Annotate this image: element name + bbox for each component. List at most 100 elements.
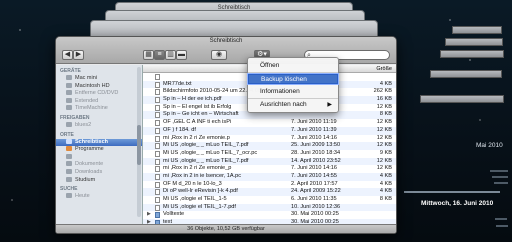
file-name: Mi US ,ologie el TEIL_1-7.pdf bbox=[163, 203, 236, 210]
file-date: 28. Juni 2010 18:34 bbox=[291, 149, 341, 156]
timeline-date-top[interactable]: Mai 2010 bbox=[476, 142, 503, 149]
menu-item-delete-backup[interactable]: Backup löschen bbox=[247, 73, 339, 85]
sidebar-item-dvd[interactable]: Entferne CD/DVD bbox=[56, 90, 142, 98]
sidebar-item-label: Macintosh HD bbox=[75, 82, 110, 89]
table-row[interactable]: mi ,Rox in 2 ri Ze emonie.p 7. Juni 2010 … bbox=[143, 135, 396, 143]
table-row[interactable]: Di oP well-Ir eRevisin ]-k 4.pdf 24. Apri… bbox=[143, 188, 396, 196]
home-icon bbox=[66, 153, 72, 159]
timeline-date-current[interactable]: Mittwoch, 16. Juni 2010 bbox=[421, 200, 493, 207]
finder-body: GERÄTE Mac mini Macintosh HD Entferne CD… bbox=[56, 65, 396, 224]
file-size: 12 KB bbox=[376, 165, 392, 172]
file-date: 7. Juni 2010 14:55 bbox=[291, 172, 338, 179]
disc-icon bbox=[66, 90, 72, 96]
sidebar-item-dokumente[interactable]: Dokumente bbox=[56, 161, 142, 169]
table-row[interactable]: ▶ Volltexte 30. Mai 2010 00:25 bbox=[143, 211, 396, 219]
file-size: 4 KB bbox=[379, 188, 392, 195]
file-name: Mi US ,ologie_ _ mLuo TEIL_7_ocr.pc bbox=[163, 149, 258, 156]
file-icon bbox=[155, 89, 160, 96]
table-row[interactable]: Mi US ,ologie el TEIL_1-5 6. Juni 2010 11… bbox=[143, 196, 396, 204]
back-button[interactable]: ◀ bbox=[62, 50, 73, 60]
table-row[interactable]: OF M d_20 n le 10-lo_3 2. April 2010 17:5… bbox=[143, 181, 396, 189]
file-icon bbox=[155, 135, 160, 142]
sidebar-item-studium[interactable]: Studium bbox=[56, 177, 142, 185]
sidebar-scroll-thumb[interactable] bbox=[137, 125, 141, 165]
file-date: 30. Mai 2010 00:25 bbox=[291, 211, 339, 218]
table-row[interactable]: mi US ,ologie_ _ mLuo TEIL_7.pdf 14. Apri… bbox=[143, 157, 396, 166]
menu-item-info[interactable]: Informationen bbox=[248, 87, 338, 97]
menu-item-arrange[interactable]: Ausrichten nach ▶ bbox=[248, 100, 338, 110]
sidebar-item-timemachine[interactable]: TimeMachine bbox=[56, 105, 142, 113]
quicklook-button[interactable]: ◉ bbox=[211, 50, 227, 60]
forward-button[interactable]: ▶ bbox=[73, 50, 84, 60]
view-list-button[interactable]: ≡ bbox=[154, 50, 165, 60]
table-row[interactable]: Mi US ,ologie_ _ mLuo TEIL_7.pdf 25. Juni… bbox=[143, 142, 396, 150]
file-name: Sp in – El engel ist ib Erfolg bbox=[163, 103, 232, 110]
disclosure-triangle-icon[interactable]: ▶ bbox=[147, 211, 151, 219]
file-name: mi ,Rox in 2 ri Ze emonie.p bbox=[163, 134, 230, 141]
file-icon bbox=[155, 181, 160, 188]
table-row[interactable]: OF ,GEL C A INF ti ech isPi 7. Juni 2010 … bbox=[143, 119, 396, 127]
file-name: Di oP well-Ir eRevisin ]-k 4.pdf bbox=[163, 188, 238, 195]
finder-window: Schreibtisch ◀ ▶ ▦ ≡ ▥ ▬ ◉ ⚙▾ ⌕ GERÄTE M… bbox=[55, 36, 397, 234]
file-icon bbox=[155, 74, 160, 80]
file-size: 8 KB bbox=[379, 111, 392, 118]
file-size: 4 KB bbox=[379, 80, 392, 87]
file-icon bbox=[155, 204, 160, 211]
folder-icon bbox=[66, 161, 72, 167]
file-size: 12 KB bbox=[376, 119, 392, 126]
file-icon bbox=[155, 104, 160, 111]
sidebar-item-extended[interactable]: Extended bbox=[56, 98, 142, 106]
file-icon bbox=[155, 112, 160, 119]
sidebar-item-label: Mac mini bbox=[75, 75, 98, 81]
sidebar-item-mac-mini[interactable]: Mac mini bbox=[56, 75, 142, 83]
file-name: OF ) f 184. df bbox=[163, 126, 196, 133]
sidebar-item-schreibtisch[interactable]: Schreibtisch bbox=[56, 138, 142, 147]
file-icon bbox=[155, 97, 160, 104]
column-size-header[interactable]: Größe bbox=[376, 65, 392, 73]
file-date: 7. Juni 2010 14:16 bbox=[291, 165, 338, 172]
file-name: Mi US ,ologie_ _ mLuo TEIL_7.pdf bbox=[163, 142, 249, 149]
table-row[interactable]: mi ,Rox in 2 in ie lsencer, 1A.pc 7. Juni… bbox=[143, 172, 396, 181]
file-icon bbox=[155, 120, 160, 127]
sidebar-item-home[interactable] bbox=[56, 153, 142, 162]
timeline-tick bbox=[490, 170, 508, 172]
table-row[interactable]: Mi US ,ologie el TEIL_1-7.pdf 10. Juni 20… bbox=[143, 203, 396, 212]
file-size: 262 KB bbox=[373, 88, 392, 95]
file-date: 7. Juni 2010 11:39 bbox=[291, 126, 337, 133]
timeline-ghost-window bbox=[445, 38, 503, 46]
table-row[interactable]: Mi US ,ologie_ _ mLuo TEIL_7_ocr.pc 28. J… bbox=[143, 150, 396, 158]
computer-icon bbox=[66, 75, 72, 81]
file-date: 14. April 2010 23:52 bbox=[291, 157, 341, 164]
file-name: mi ,Rox in 2 in ie lsencer, 1A.pc bbox=[163, 172, 242, 179]
sidebar-item-label: Schreibtisch bbox=[75, 138, 109, 145]
file-size: 8 KB bbox=[379, 196, 392, 202]
clock-icon bbox=[66, 193, 72, 199]
sidebar-item-downloads[interactable]: Downloads bbox=[56, 169, 142, 177]
sidebar-item-heute[interactable]: Heute bbox=[56, 193, 142, 201]
table-row[interactable]: OF ) f 184. df 7. Juni 2010 11:39 12 KB bbox=[143, 126, 396, 135]
sidebar-item-macintosh-hd[interactable]: Macintosh HD bbox=[56, 83, 142, 91]
context-menu: Öffnen Backup löschen Informationen Ausr… bbox=[247, 57, 339, 113]
menu-item-label: Ausrichten nach bbox=[260, 101, 307, 108]
sidebar-item-programme[interactable]: Programme bbox=[56, 146, 142, 154]
file-icon bbox=[155, 189, 160, 196]
file-size: 16 KB bbox=[376, 96, 392, 103]
file-icon bbox=[155, 166, 160, 173]
sidebar-item-label: Entferne CD/DVD bbox=[75, 90, 119, 97]
file-icon bbox=[155, 127, 160, 134]
download-icon bbox=[66, 168, 72, 174]
file-icon bbox=[155, 197, 160, 203]
sidebar-header-devices: GERÄTE bbox=[60, 68, 81, 74]
view-icon-button[interactable]: ▦ bbox=[143, 50, 154, 60]
sidebar-header-places: ORTE bbox=[60, 131, 74, 138]
menu-item-open[interactable]: Öffnen bbox=[248, 61, 338, 71]
chevron-right-icon: ▶ bbox=[327, 102, 332, 108]
view-column-button[interactable]: ▥ bbox=[165, 50, 176, 60]
file-size: 4 KB bbox=[379, 172, 392, 179]
file-size: 4 KB bbox=[379, 180, 392, 187]
view-coverflow-button[interactable]: ▬ bbox=[176, 50, 187, 60]
sidebar-item-blues2[interactable]: blues2 bbox=[56, 122, 142, 130]
table-row[interactable]: mi ,Rox in 2 ri Ze emonie_p 7. Juni 2010 … bbox=[143, 165, 396, 173]
file-date: 24. April 2009 15:22 bbox=[291, 188, 341, 195]
sidebar-item-label: blues2 bbox=[75, 121, 92, 128]
